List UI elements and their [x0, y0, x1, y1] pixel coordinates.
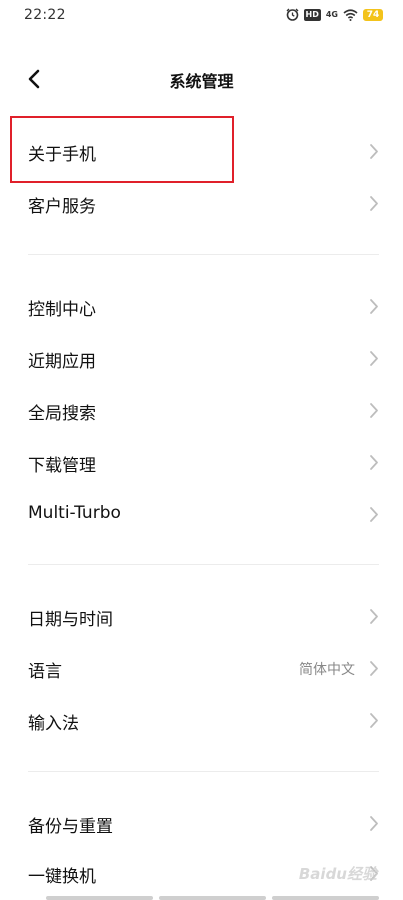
alarm-icon [286, 8, 299, 21]
menu-item-control-center[interactable]: 控制中心 [0, 281, 403, 333]
menu-item-language[interactable]: 语言 简体中文 [0, 643, 403, 695]
group-divider [28, 771, 379, 772]
chevron-right-icon [369, 350, 379, 367]
menu-item-label: 日期与时间 [28, 610, 113, 630]
chevron-right-icon [369, 454, 379, 471]
chevron-right-icon [369, 712, 379, 729]
menu-item-label: 控制中心 [28, 300, 96, 320]
menu-item-label: 输入法 [28, 714, 79, 734]
chevron-right-icon [369, 608, 379, 625]
nav-bar-segment [272, 896, 379, 900]
language-value: 简体中文 [299, 662, 355, 678]
menu-item-label: 全局搜索 [28, 404, 96, 424]
chevron-right-icon [369, 815, 379, 832]
chevron-right-icon [369, 143, 379, 160]
nav-bar-segment [159, 896, 266, 900]
chevron-right-icon [369, 660, 379, 677]
menu-item-label: 一键换机 [28, 867, 96, 887]
status-time: 22:22 [24, 7, 66, 23]
wifi-icon [343, 8, 358, 21]
menu-item-label: 近期应用 [28, 352, 96, 372]
menu-item-recent-apps[interactable]: 近期应用 [0, 333, 403, 385]
bottom-nav-bars [46, 896, 379, 900]
nav-bar-segment [46, 896, 153, 900]
header: 系统管理 [0, 56, 403, 102]
chevron-right-icon [369, 195, 379, 212]
chevron-right-icon [369, 506, 379, 523]
menu-item-date-time[interactable]: 日期与时间 [0, 591, 403, 643]
menu-item-multi-turbo[interactable]: Multi-Turbo [0, 489, 403, 541]
network-badge: 4G [325, 9, 338, 19]
menu-item-download-manager[interactable]: 下载管理 [0, 437, 403, 489]
menu-item-global-search[interactable]: 全局搜索 [0, 385, 403, 437]
menu-item-label: Multi-Turbo [28, 503, 121, 523]
menu-item-customer-service[interactable]: 客户服务 [0, 178, 403, 230]
menu-item-label: 客户服务 [28, 197, 96, 217]
screen: 22:22 HD 4G 74 系统管理 关于手机 客户服务 控制中心 近期应用 … [0, 0, 403, 900]
status-icons: HD 4G 74 [286, 8, 383, 21]
chevron-right-icon [369, 298, 379, 315]
menu-item-label: 语言 [28, 662, 62, 682]
menu-item-label: 下载管理 [28, 456, 96, 476]
group-divider [28, 564, 379, 565]
baidu-watermark: Baidu经验 [298, 865, 377, 883]
menu-item-input-method[interactable]: 输入法 [0, 695, 403, 747]
highlight-annotation-box [10, 116, 234, 183]
group-divider [28, 254, 379, 255]
hd-badge: HD [303, 8, 321, 21]
menu-item-label: 备份与重置 [28, 817, 113, 837]
page-title: 系统管理 [169, 72, 234, 91]
menu-item-backup-reset[interactable]: 备份与重置 [0, 798, 403, 850]
status-bar: 22:22 HD 4G 74 [0, 0, 403, 32]
chevron-right-icon [369, 402, 379, 419]
battery-indicator: 74 [363, 8, 383, 21]
